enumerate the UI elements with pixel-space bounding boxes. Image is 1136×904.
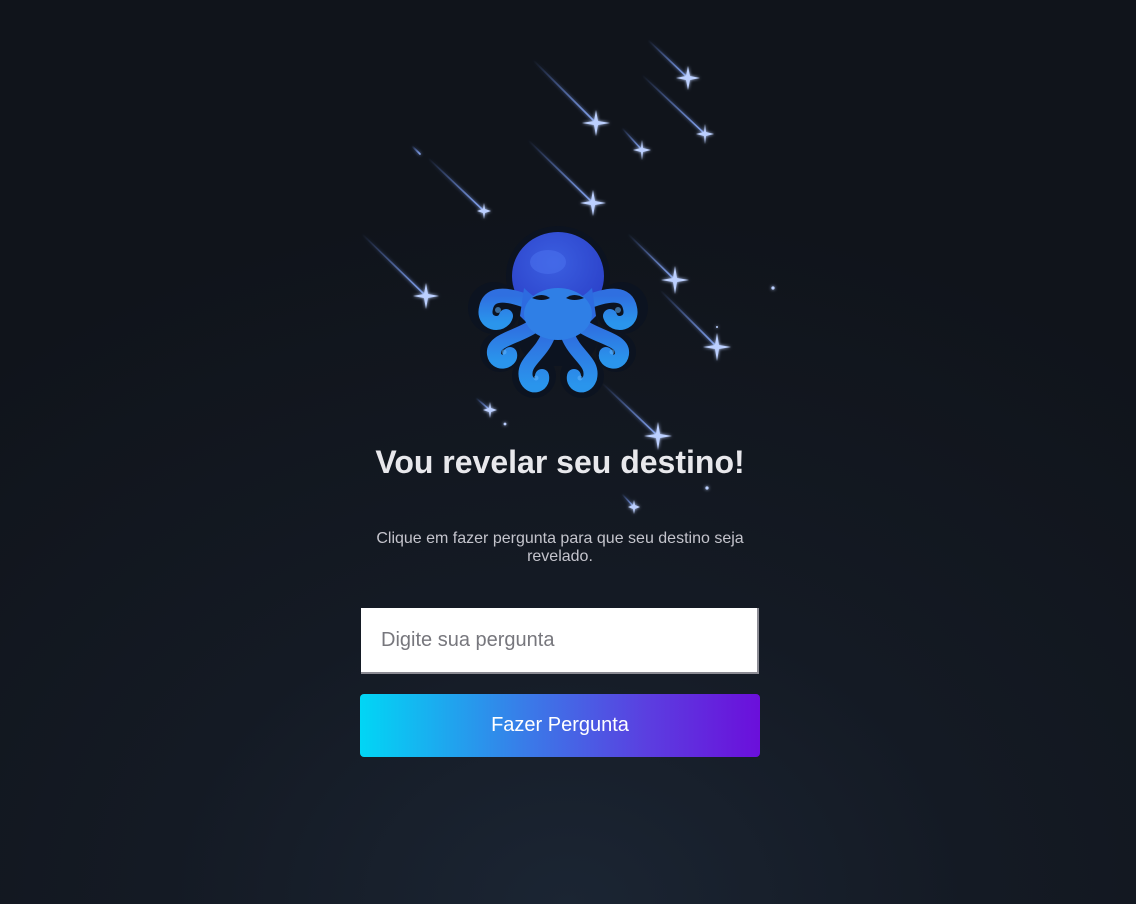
ask-question-button[interactable]: Fazer Pergunta — [360, 694, 760, 757]
page-title: Vou revelar seu destino! — [375, 444, 745, 480]
page-subtitle: Clique em fazer pergunta para que seu de… — [376, 530, 744, 565]
main-container: Vou revelar seu destino! Clique em fazer… — [360, 0, 760, 904]
question-input[interactable] — [361, 608, 759, 674]
octopus-icon — [468, 226, 648, 398]
